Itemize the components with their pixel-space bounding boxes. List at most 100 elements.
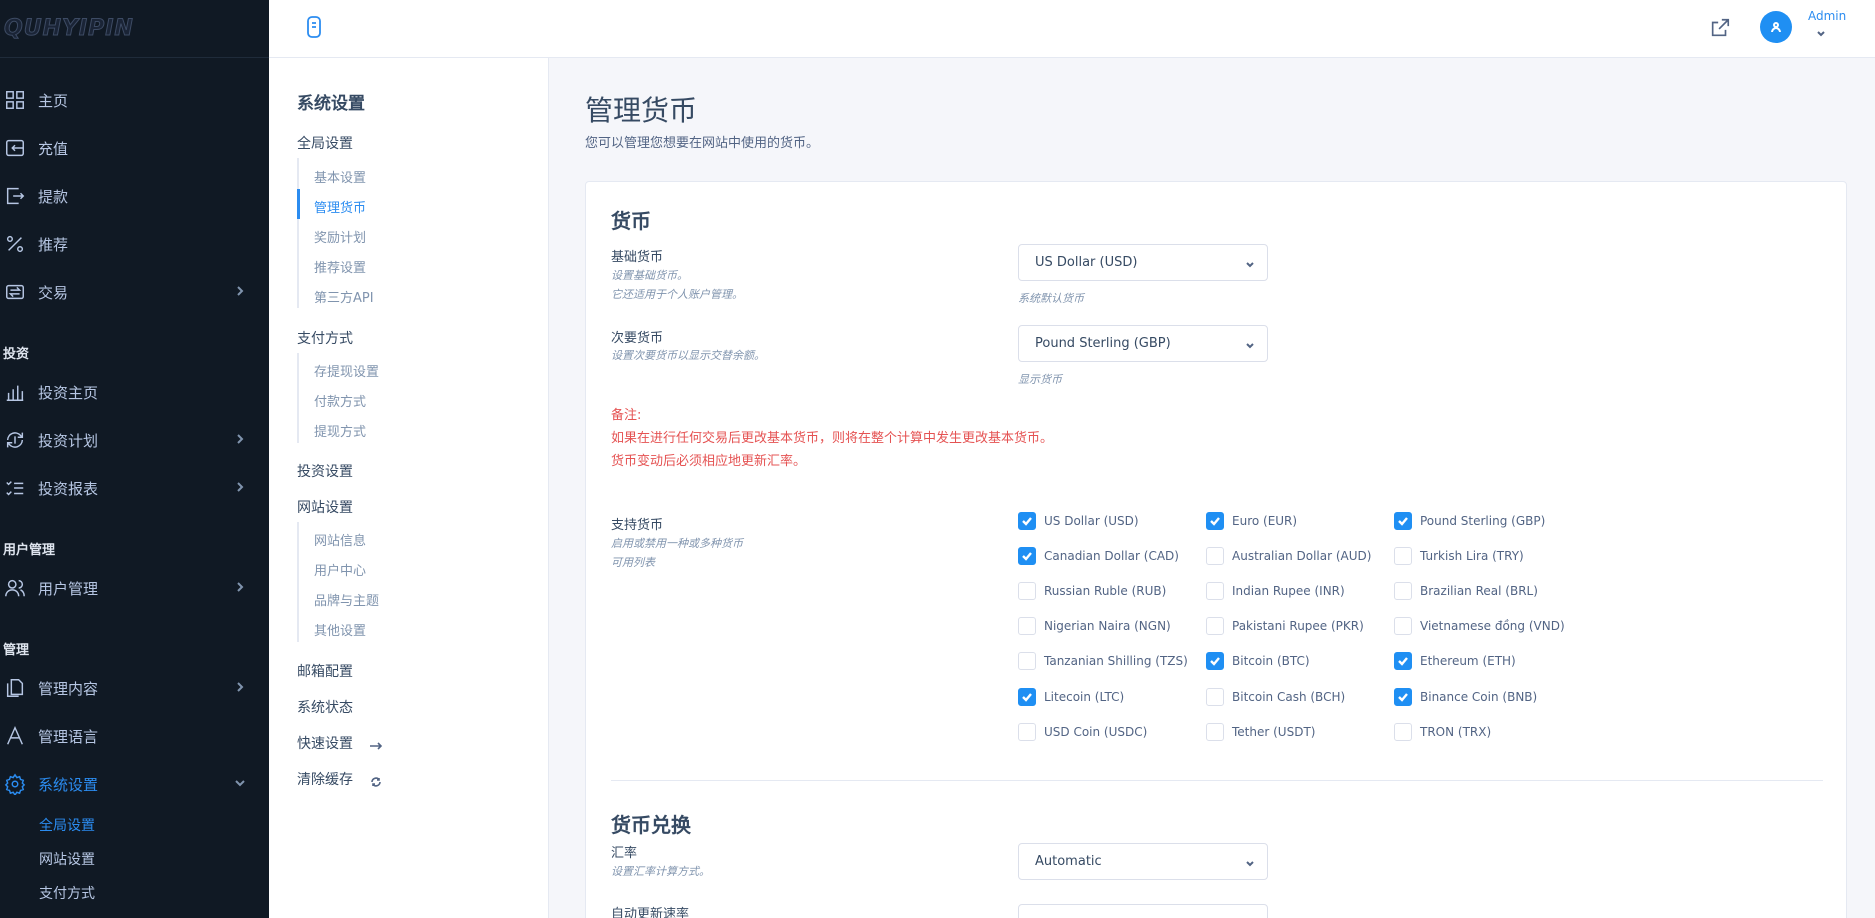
checkbox-checked-icon[interactable]: [1394, 652, 1412, 670]
secondary-currency-hint: 显示货币: [1018, 373, 1062, 386]
brand-logo[interactable]: QUHYIPIN: [0, 0, 269, 58]
base-currency-hint: 系统默认货币: [1018, 292, 1084, 305]
checkbox-empty-icon[interactable]: [1018, 582, 1036, 600]
sidebar-item-label: 提款: [38, 187, 69, 206]
sidebar-item-language[interactable]: 管理语言: [0, 712, 269, 760]
checkbox-checked-icon[interactable]: [1394, 688, 1412, 706]
settings-item-user-center[interactable]: 用户中心: [314, 560, 366, 579]
settings-group-mail[interactable]: 邮箱配置: [297, 661, 353, 681]
settings-item-brand-theme[interactable]: 品牌与主题: [314, 590, 379, 609]
checkbox-empty-icon[interactable]: [1018, 617, 1036, 635]
currency-checkbox[interactable]: Tether (USDT): [1206, 723, 1315, 741]
currency-checkbox[interactable]: Binance Coin (BNB): [1394, 688, 1537, 706]
checkbox-empty-icon[interactable]: [1206, 688, 1224, 706]
settings-item-deposit-withdraw[interactable]: 存提现设置: [314, 361, 379, 380]
currency-checkbox-label: Litecoin (LTC): [1044, 690, 1125, 704]
currency-checkbox[interactable]: Pakistani Rupee (PKR): [1206, 617, 1364, 635]
sidebar-item-referral[interactable]: 推荐: [0, 220, 269, 268]
currency-checkbox[interactable]: Turkish Lira (TRY): [1394, 547, 1524, 565]
currency-checkbox[interactable]: Russian Ruble (RUB): [1018, 582, 1166, 600]
refresh-icon: [369, 775, 383, 787]
currency-checkbox[interactable]: Brazilian Real (BRL): [1394, 582, 1538, 600]
chevron-right-icon: [233, 432, 247, 446]
settings-group-bar: [297, 353, 299, 443]
sidebar-item-transactions[interactable]: 交易: [0, 268, 269, 316]
sidebar-item-invest-plans[interactable]: 投资计划: [0, 416, 269, 464]
settings-item-site-info[interactable]: 网站信息: [314, 530, 366, 549]
sidebar-item-invest-report[interactable]: 投资报表: [0, 464, 269, 512]
sidebar-item-home[interactable]: 主页: [0, 76, 269, 124]
checkbox-empty-icon[interactable]: [1394, 723, 1412, 741]
secondary-currency-select[interactable]: Pound Sterling (GBP): [1018, 325, 1268, 362]
settings-clear-cache[interactable]: 清除缓存: [297, 769, 383, 789]
avatar[interactable]: [1760, 11, 1792, 43]
currency-checkbox[interactable]: Ethereum (ETH): [1394, 652, 1516, 670]
settings-item-currency[interactable]: 管理货币: [314, 197, 366, 216]
chevron-right-icon: [233, 480, 247, 494]
checkbox-empty-icon[interactable]: [1206, 723, 1224, 741]
checkbox-checked-icon[interactable]: [1018, 512, 1036, 530]
checkbox-checked-icon[interactable]: [1018, 688, 1036, 706]
currency-checkbox[interactable]: Vietnamese đồng (VND): [1394, 617, 1565, 635]
user-name[interactable]: Admin: [1808, 9, 1846, 23]
checkbox-checked-icon[interactable]: [1206, 652, 1224, 670]
currency-checkbox[interactable]: Canadian Dollar (CAD): [1018, 547, 1179, 565]
settings-item-api[interactable]: 第三方API: [314, 287, 374, 306]
currency-checkbox[interactable]: Euro (EUR): [1206, 512, 1297, 530]
currency-checkbox-label: Tether (USDT): [1232, 725, 1316, 739]
checkbox-empty-icon[interactable]: [1018, 723, 1036, 741]
sidebar-item-content[interactable]: 管理内容: [0, 664, 269, 712]
settings-item-rewards[interactable]: 奖励计划: [314, 227, 366, 246]
settings-item-referral[interactable]: 推荐设置: [314, 257, 366, 276]
auto-update-select[interactable]: [1018, 904, 1268, 918]
checkbox-empty-icon[interactable]: [1394, 582, 1412, 600]
settings-group-global[interactable]: 全局设置: [297, 133, 353, 153]
settings-item-payment-methods[interactable]: 付款方式: [314, 391, 366, 410]
checkbox-empty-icon[interactable]: [1394, 547, 1412, 565]
checkbox-checked-icon[interactable]: [1018, 547, 1036, 565]
settings-group-status[interactable]: 系统状态: [297, 697, 353, 717]
checkbox-empty-icon[interactable]: [1206, 582, 1224, 600]
checkbox-empty-icon[interactable]: [1018, 652, 1036, 670]
checkbox-empty-icon[interactable]: [1394, 617, 1412, 635]
sidebar-subitem-global[interactable]: 全局设置: [0, 808, 269, 842]
sidebar-item-deposit[interactable]: 充值: [0, 124, 269, 172]
menu-toggle-icon[interactable]: [305, 15, 323, 39]
settings-item-other[interactable]: 其他设置: [314, 620, 366, 639]
currency-checkbox[interactable]: Bitcoin Cash (BCH): [1206, 688, 1345, 706]
currency-checkbox[interactable]: Bitcoin (BTC): [1206, 652, 1310, 670]
checkbox-checked-icon[interactable]: [1394, 512, 1412, 530]
currency-checkbox[interactable]: Indian Rupee (INR): [1206, 582, 1345, 600]
checkbox-empty-icon[interactable]: [1206, 547, 1224, 565]
settings-group-payment[interactable]: 支付方式: [297, 328, 353, 348]
settings-quick-setup[interactable]: 快速设置: [297, 733, 383, 753]
currency-checkbox-label: Pound Sterling (GBP): [1420, 514, 1546, 528]
checkbox-checked-icon[interactable]: [1206, 512, 1224, 530]
checkbox-empty-icon[interactable]: [1206, 617, 1224, 635]
currency-checkbox[interactable]: Pound Sterling (GBP): [1394, 512, 1545, 530]
currency-checkbox[interactable]: USD Coin (USDC): [1018, 723, 1147, 741]
sidebar-item-users[interactable]: 用户管理: [0, 564, 269, 612]
chevron-down-icon[interactable]: [1815, 28, 1827, 40]
sidebar-subitem-site[interactable]: 网站设置: [0, 842, 269, 876]
exchange-rate-select[interactable]: Automatic: [1018, 843, 1268, 880]
base-currency-select[interactable]: US Dollar (USD): [1018, 244, 1268, 281]
settings-group-invest[interactable]: 投资设置: [297, 461, 353, 481]
currency-card: 货币 基础货币 设置基础货币。 它还适用于个人账户管理。 US Dollar (…: [585, 181, 1847, 918]
settings-item-withdraw-methods[interactable]: 提现方式: [314, 421, 366, 440]
sidebar-heading-invest: 投资: [3, 347, 30, 362]
sidebar-item-settings[interactable]: 系统设置: [0, 760, 269, 808]
sidebar-subitem-payment[interactable]: 支付方式: [0, 876, 269, 910]
base-note-line: 它还适用于个人账户管理。: [611, 288, 743, 301]
currency-checkbox[interactable]: Litecoin (LTC): [1018, 688, 1124, 706]
currency-checkbox[interactable]: Nigerian Naira (NGN): [1018, 617, 1171, 635]
currency-checkbox[interactable]: US Dollar (USD): [1018, 512, 1139, 530]
sidebar-item-withdraw[interactable]: 提款: [0, 172, 269, 220]
currency-checkbox[interactable]: Tanzanian Shilling (TZS): [1018, 652, 1188, 670]
external-link-icon[interactable]: [1709, 17, 1731, 39]
settings-group-site[interactable]: 网站设置: [297, 497, 353, 517]
sidebar-item-invest-home[interactable]: 投资主页: [0, 368, 269, 416]
currency-checkbox[interactable]: Australian Dollar (AUD): [1206, 547, 1371, 565]
currency-checkbox[interactable]: TRON (TRX): [1394, 723, 1491, 741]
settings-item-basic[interactable]: 基本设置: [314, 167, 366, 186]
